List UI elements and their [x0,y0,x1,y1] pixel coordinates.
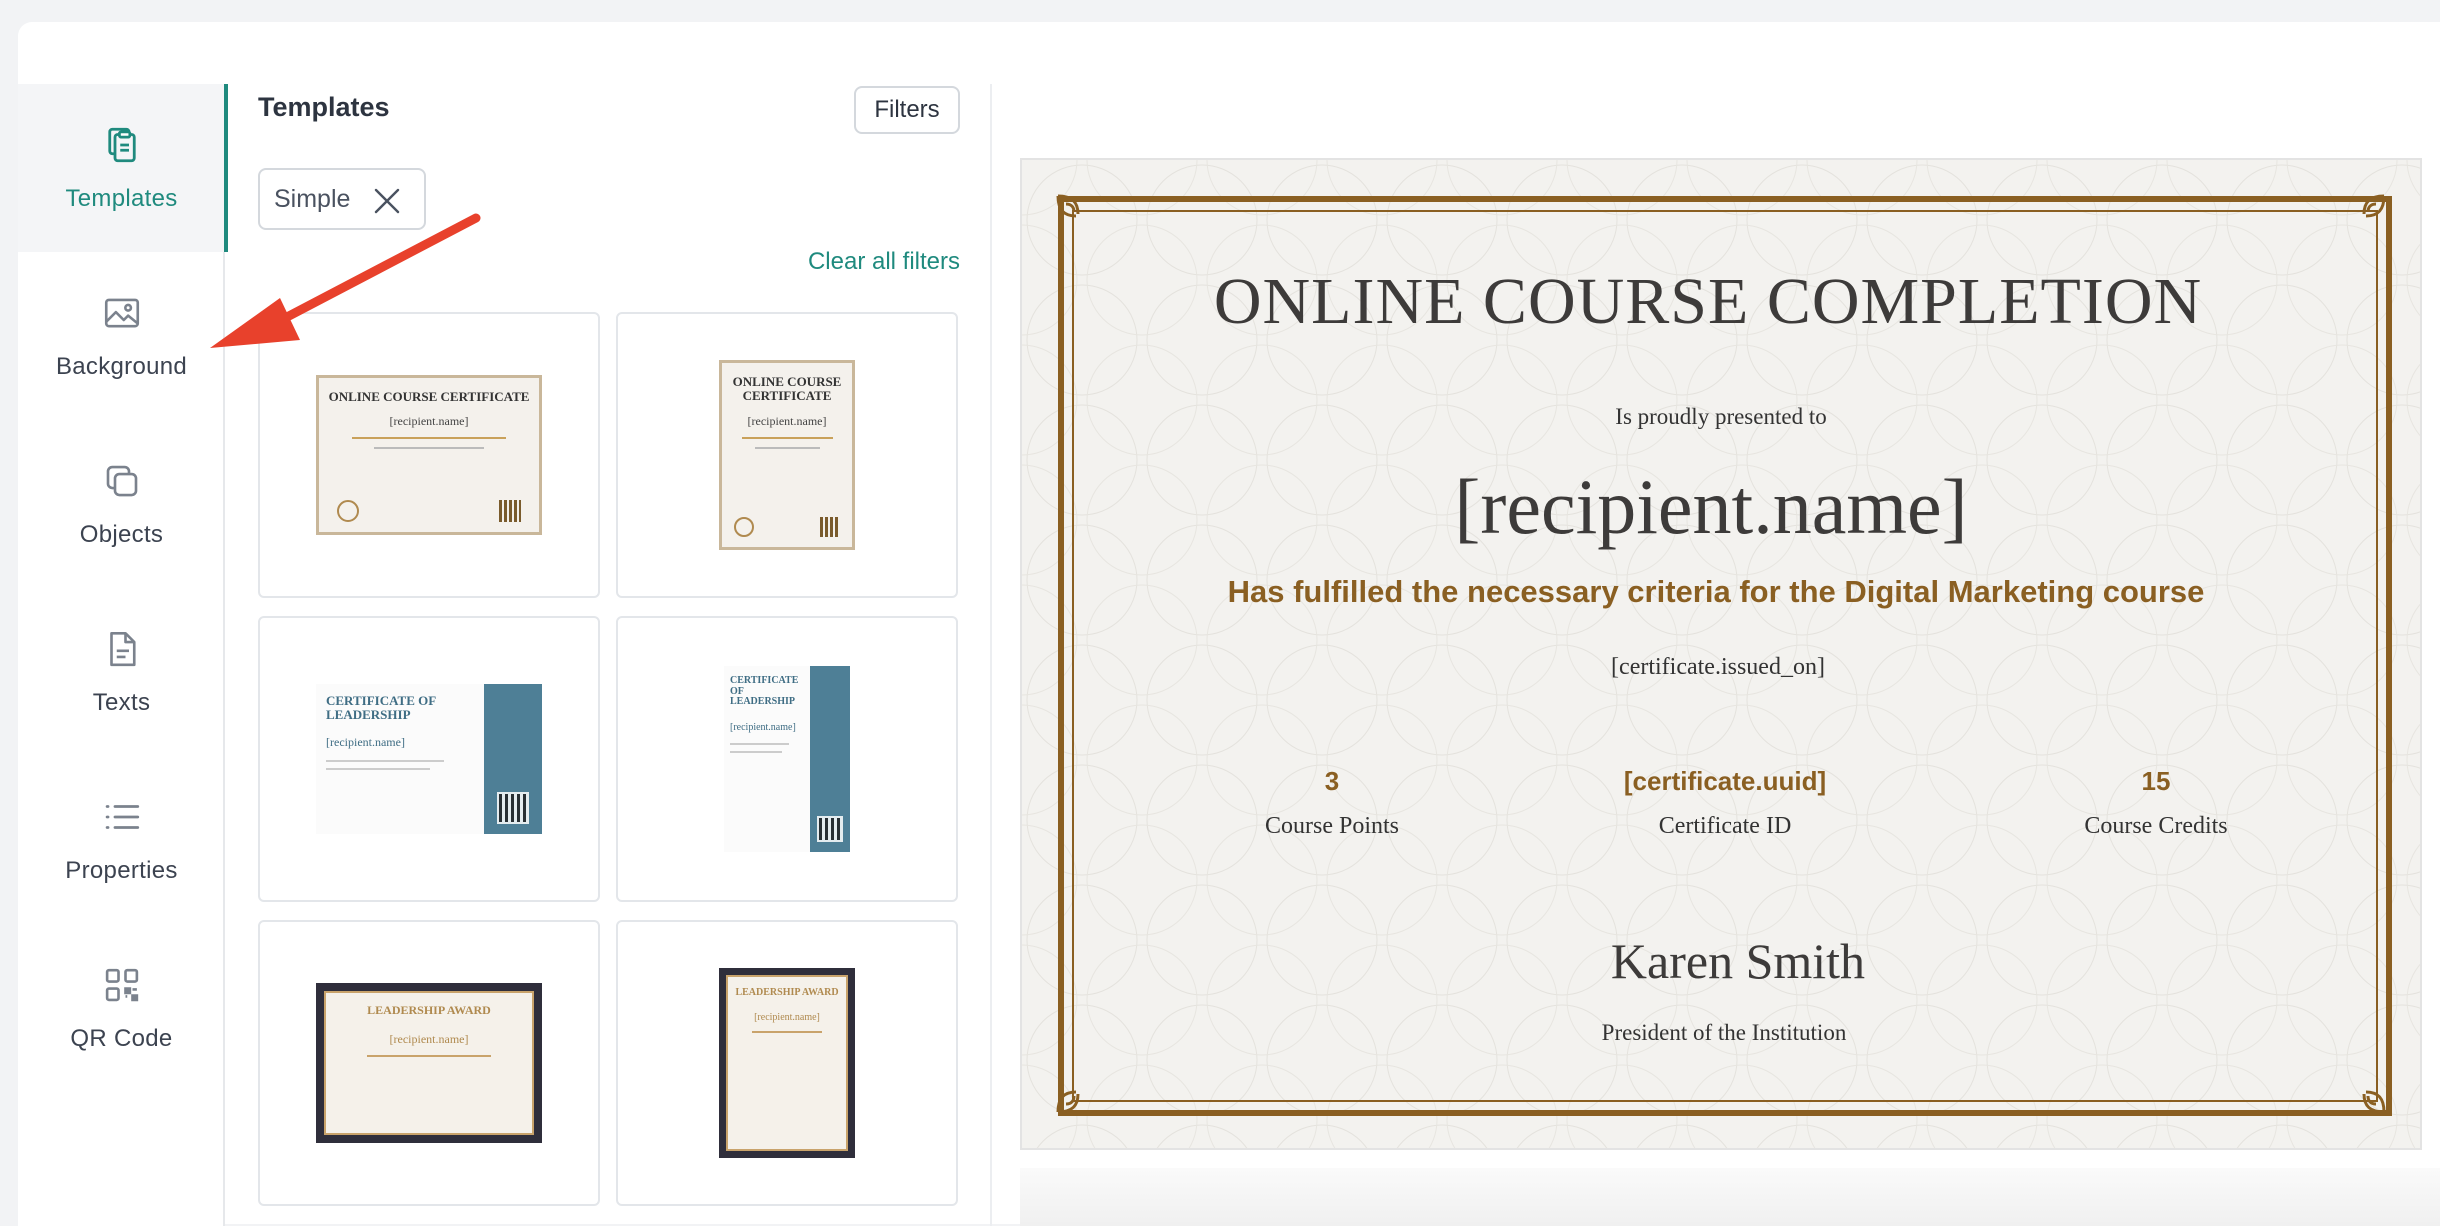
clear-all-filters-link[interactable]: Clear all filters [808,248,960,276]
stat-label: Course Credits [2084,813,2228,839]
panel-divider [990,84,992,1226]
template-thumbnail: CERTIFICATE OF LEADERSHIP [recipient.nam… [316,684,542,834]
stat-label: Course Points [1264,813,1399,839]
close-icon[interactable] [372,186,402,216]
sidebar-item-label: Background [55,352,188,380]
stat-certificate-id: [certificate.uuid] Certificate ID [1575,766,1875,840]
thumbnail-name: [recipient.name] [389,414,469,429]
panel-title: Templates [258,92,390,122]
sidebar-item-templates[interactable]: Templates [18,84,228,252]
thumbnail-name: [recipient.name] [389,1032,469,1046]
stat-value: 3 [1324,766,1340,796]
image-icon [101,292,143,339]
certificate-signer: Karen Smith [1610,933,1866,989]
thumbnail-title: LEADERSHIP AWARD [367,1003,491,1017]
objects-icon [101,460,143,507]
filter-chip-simple: Simple [258,168,426,230]
ornament-corner-icon [1056,194,1080,218]
ornament-corner-icon [2362,1090,2386,1114]
stat-label: Certificate ID [1658,813,1792,839]
sidebar-item-properties[interactable]: Properties [18,756,225,924]
sidebar-item-label: Texts [92,688,151,716]
thumbnail-name: [recipient.name] [747,413,827,428]
ornament-corner-icon [1056,1090,1080,1114]
certificate-recipient-name: [recipient.name] [1454,463,1968,550]
stat-value: [certificate.uuid] [1623,766,1827,796]
qr-code-icon [101,964,143,1011]
thumbnail-line [741,436,833,439]
thumbnail-line [367,1055,491,1057]
canvas-bottom-shadow [1020,1168,2440,1226]
thumbnail-title: ONLINE COURSE CERTIFICATE [732,374,842,404]
thumbnail-line [352,437,506,440]
certificate-criteria: Has fulfilled the necessary criteria for… [1227,574,2205,609]
thumbnail-line [754,446,820,449]
ornament-corner-icon [2362,194,2386,218]
thumbnail-name: [recipient.name] [730,721,796,733]
sidebar-item-label: Properties [65,856,178,884]
template-tile-leadership-portrait[interactable]: CERTIFICATE OF LEADERSHIP [recipient.nam… [616,616,958,902]
thumbnail-name: [recipient.name] [754,1012,820,1023]
sidebar-item-qr-code[interactable]: QR Code [18,924,225,1092]
template-tile-leadership-landscape[interactable]: CERTIFICATE OF LEADERSHIP [recipient.nam… [258,616,600,902]
certificate-title: ONLINE COURSE COMPLETION [1213,265,2203,338]
filters-button[interactable]: Filters [854,86,960,134]
sidebar-item-label: QR Code [70,1024,173,1052]
certificate-signer-role: President of the Institution [1601,1020,1847,1045]
thumbnail-title: CERTIFICATE OF LEADERSHIP [730,675,799,707]
stat-value: 15 [2141,766,2171,796]
sidebar-item-label: Objects [79,520,164,548]
template-tile-online-course-portrait[interactable]: ONLINE COURSE CERTIFICATE [recipient.nam… [616,312,958,598]
text-file-icon [101,628,143,675]
templates-panel: Templates Filters Simple Clear all filte… [226,84,992,1226]
sidebar-item-label: Templates [65,184,178,212]
seal-thumbnail [337,500,359,522]
thumbnail-line [374,447,484,450]
stat-course-points: 3 Course Points [1182,766,1482,840]
template-tile-award-landscape[interactable]: LEADERSHIP AWARD [recipient.name] [258,920,600,1206]
certificate-presented-text: Is proudly presented to [1615,404,1827,429]
sidebar-item-objects[interactable]: Objects [18,420,225,588]
thumbnail-title: LEADERSHIP AWARD [735,987,839,998]
list-icon [101,796,143,843]
thumbnail-title: ONLINE COURSE CERTIFICATE [328,389,530,404]
filter-chip-label: Simple [274,184,351,213]
template-thumbnail: LEADERSHIP AWARD [recipient.name] [316,983,542,1143]
certificate-issued-on: [certificate.issued_on] [1611,654,1825,680]
template-tile-award-portrait[interactable]: LEADERSHIP AWARD [recipient.name] [616,920,958,1206]
sidebar-item-texts[interactable]: Texts [18,588,225,756]
template-thumbnail: ONLINE COURSE CERTIFICATE [recipient.nam… [719,360,855,550]
template-thumbnail: ONLINE COURSE CERTIFICATE [recipient.nam… [316,375,542,535]
thumbnail-band [810,666,850,852]
sidebar-item-background[interactable]: Background [18,252,225,420]
clipboard-copy-icon [101,124,143,171]
template-thumbnail: LEADERSHIP AWARD [recipient.name] [719,968,855,1158]
stat-course-credits: 15 Course Credits [2006,766,2306,840]
certificate-preview[interactable]: ONLINE COURSE COMPLETION Is proudly pres… [1020,158,2422,1150]
thumbnail-line [751,1031,823,1033]
template-thumbnail: CERTIFICATE OF LEADERSHIP [recipient.nam… [724,666,850,852]
seal-thumbnail [734,517,754,537]
template-tile-online-course-landscape[interactable]: ONLINE COURSE CERTIFICATE [recipient.nam… [258,312,600,598]
qr-thumbnail [817,816,843,842]
qr-thumbnail [820,517,840,537]
thumbnail-title: CERTIFICATE OF LEADERSHIP [326,693,436,722]
qr-thumbnail [499,500,521,522]
qr-thumbnail [497,792,529,824]
thumbnail-name: [recipient.name] [326,735,405,750]
thumbnail-band [484,684,542,834]
sidebar: Templates Background Objects Texts Prope… [18,84,228,1226]
